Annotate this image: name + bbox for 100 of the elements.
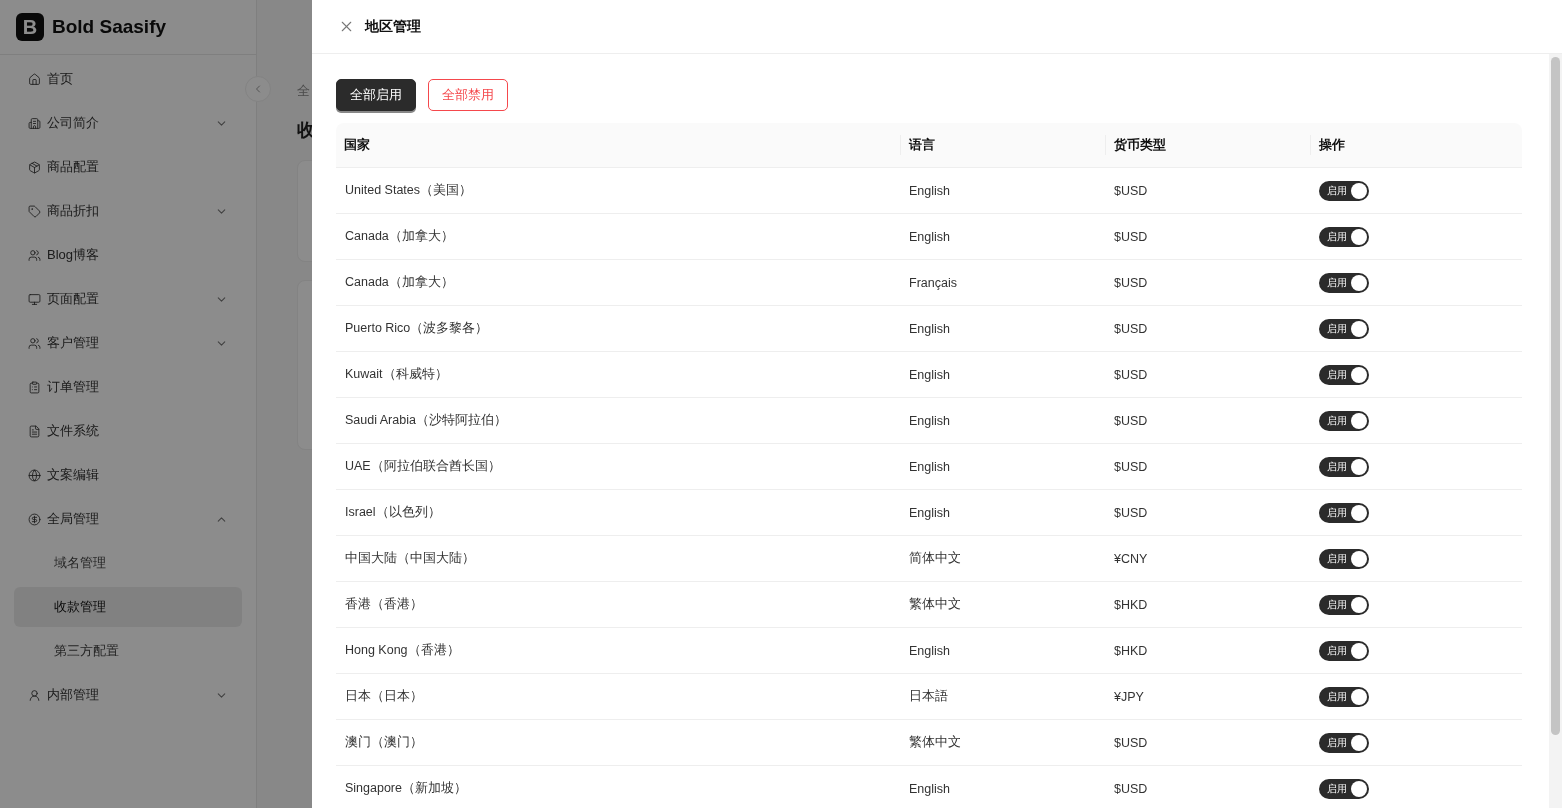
sidebar-item-label: 文案编辑 <box>47 466 100 484</box>
menu-item-icon <box>28 688 41 702</box>
table-cell-text: ¥CNY <box>1113 551 1149 566</box>
sidebar-item[interactable]: 首页 <box>14 57 242 101</box>
toggle-switch[interactable]: 启用 <box>1319 226 1369 247</box>
menu-item-icon <box>28 468 41 482</box>
sidebar-item-label: 文件系统 <box>47 422 100 440</box>
table-cell-text: $USD <box>1113 367 1149 382</box>
menu-item-icon <box>28 292 41 306</box>
table-cell-text: 繁体中文 <box>908 596 962 613</box>
table-cell-text: English <box>908 505 951 520</box>
table-cell-text: $HKD <box>1113 597 1149 612</box>
toggle-switch[interactable]: 启用 <box>1319 686 1369 707</box>
table-cell-text: English <box>908 413 951 428</box>
menu-item-icon <box>28 72 41 86</box>
column-header: 语言 <box>900 135 1105 155</box>
disable-all-button[interactable]: 全部禁用 <box>428 79 508 111</box>
sidebar-item[interactable]: 公司简介 <box>14 101 242 145</box>
table-cell-text: $USD <box>1113 505 1149 520</box>
table-cell-text: 日本（日本） <box>344 688 424 705</box>
sidebar-item-label: 全局管理 <box>47 510 100 528</box>
toggle-switch[interactable]: 启用 <box>1319 640 1369 661</box>
table-cell-text: $USD <box>1113 459 1149 474</box>
toggle-switch[interactable]: 启用 <box>1319 594 1369 615</box>
table-cell-text: $USD <box>1113 275 1149 290</box>
table-cell-text: 繁体中文 <box>908 734 962 751</box>
table-cell-text: 澳门（澳门） <box>344 734 424 751</box>
sidebar-item[interactable]: 订单管理 <box>14 365 242 409</box>
menu-item-icon <box>28 424 41 438</box>
sidebar-item[interactable]: Blog博客 <box>14 233 242 277</box>
sidebar-item[interactable]: 全局管理 <box>14 497 242 541</box>
toggle-switch[interactable]: 启用 <box>1319 548 1369 569</box>
sidebar-item-label: Blog博客 <box>47 246 101 264</box>
toggle-switch[interactable]: 启用 <box>1319 410 1369 431</box>
sidebar-item[interactable]: 客户管理 <box>14 321 242 365</box>
table-cell-text: English <box>908 183 951 198</box>
table-cell-text: Singapore（新加坡） <box>344 780 468 797</box>
menu-item-icon <box>28 336 41 350</box>
sidebar-item[interactable]: 内部管理 <box>14 673 242 717</box>
menu-item-icon <box>28 160 41 174</box>
table-cell-text: Kuwait（科威特） <box>344 366 449 383</box>
table-cell-text: English <box>908 781 951 796</box>
table-cell-text: Canada（加拿大） <box>344 228 455 245</box>
table-cell-text: $USD <box>1113 321 1149 336</box>
toggle-switch[interactable]: 启用 <box>1319 180 1369 201</box>
table-cell-text: UAE（阿拉伯联合酋长国） <box>344 458 502 475</box>
table-cell-text: Hong Kong（香港） <box>344 642 461 659</box>
brand-name: Bold Saasify <box>52 16 167 38</box>
menu-item-icon <box>28 248 41 262</box>
sidebar-item-label: 内部管理 <box>47 686 100 704</box>
table-cell-text: English <box>908 459 951 474</box>
sidebar-item-label: 页面配置 <box>47 290 100 308</box>
table-cell-text: English <box>908 367 951 382</box>
enable-all-button[interactable]: 全部启用 <box>336 79 416 111</box>
column-header: 货币类型 <box>1105 135 1310 155</box>
table-cell-text: $USD <box>1113 183 1149 198</box>
sidebar-subitem[interactable]: 第三方配置 <box>14 631 242 671</box>
toggle-switch[interactable]: 启用 <box>1319 456 1369 477</box>
table-cell-text: $HKD <box>1113 643 1149 658</box>
sidebar-item-label: 订单管理 <box>47 378 100 396</box>
table-cell-text: 日本語 <box>908 688 949 705</box>
table-cell-text: 香港（香港） <box>344 596 424 613</box>
toggle-switch[interactable]: 启用 <box>1319 502 1369 523</box>
table-cell-text: Israel（以色列） <box>344 504 442 521</box>
toggle-switch[interactable]: 启用 <box>1319 364 1369 385</box>
sidebar-subitem[interactable]: 收款管理 <box>14 587 242 627</box>
table-cell-text: Puerto Rico（波多黎各） <box>344 320 490 337</box>
sidebar-item[interactable]: 商品折扣 <box>14 189 242 233</box>
menu-item-icon <box>28 380 41 394</box>
table-cell-text: United States（美国） <box>344 182 474 199</box>
sidebar-item-label: 商品配置 <box>47 158 100 176</box>
sidebar-item[interactable]: 文案编辑 <box>14 453 242 497</box>
sidebar-subitem[interactable]: 域名管理 <box>14 543 242 583</box>
scrollbar[interactable] <box>1549 54 1562 808</box>
toggle-switch[interactable]: 启用 <box>1319 272 1369 293</box>
column-header: 操作 <box>1310 135 1522 155</box>
drawer-title: 地区管理 <box>365 17 421 36</box>
table-cell-text: English <box>908 643 951 658</box>
menu-item-icon <box>28 204 41 218</box>
table-cell-text: $USD <box>1113 413 1149 428</box>
sidebar-item[interactable]: 文件系统 <box>14 409 242 453</box>
toggle-switch[interactable]: 启用 <box>1319 732 1369 753</box>
breadcrumb: 全 <box>297 82 310 100</box>
table-cell-text: Canada（加拿大） <box>344 274 455 291</box>
table-cell-text: 简体中文 <box>908 550 962 567</box>
table-cell-text: 中国大陆（中国大陆） <box>344 550 476 567</box>
sidebar-item-label: 公司简介 <box>47 114 100 132</box>
table-cell-text: English <box>908 229 951 244</box>
table-cell-text: Saudi Arabia（沙特阿拉伯） <box>344 412 508 429</box>
menu-item-icon <box>28 512 41 526</box>
menu-item-icon <box>28 116 41 130</box>
toggle-switch[interactable]: 启用 <box>1319 778 1369 799</box>
sidebar-item[interactable]: 商品配置 <box>14 145 242 189</box>
table-cell-text: $USD <box>1113 229 1149 244</box>
toggle-switch[interactable]: 启用 <box>1319 318 1369 339</box>
table-cell-text: $USD <box>1113 735 1149 750</box>
sidebar-item[interactable]: 页面配置 <box>14 277 242 321</box>
table-cell-text: ¥JPY <box>1113 689 1145 704</box>
table-cell-text: English <box>908 321 951 336</box>
logo-icon: B <box>16 13 44 41</box>
